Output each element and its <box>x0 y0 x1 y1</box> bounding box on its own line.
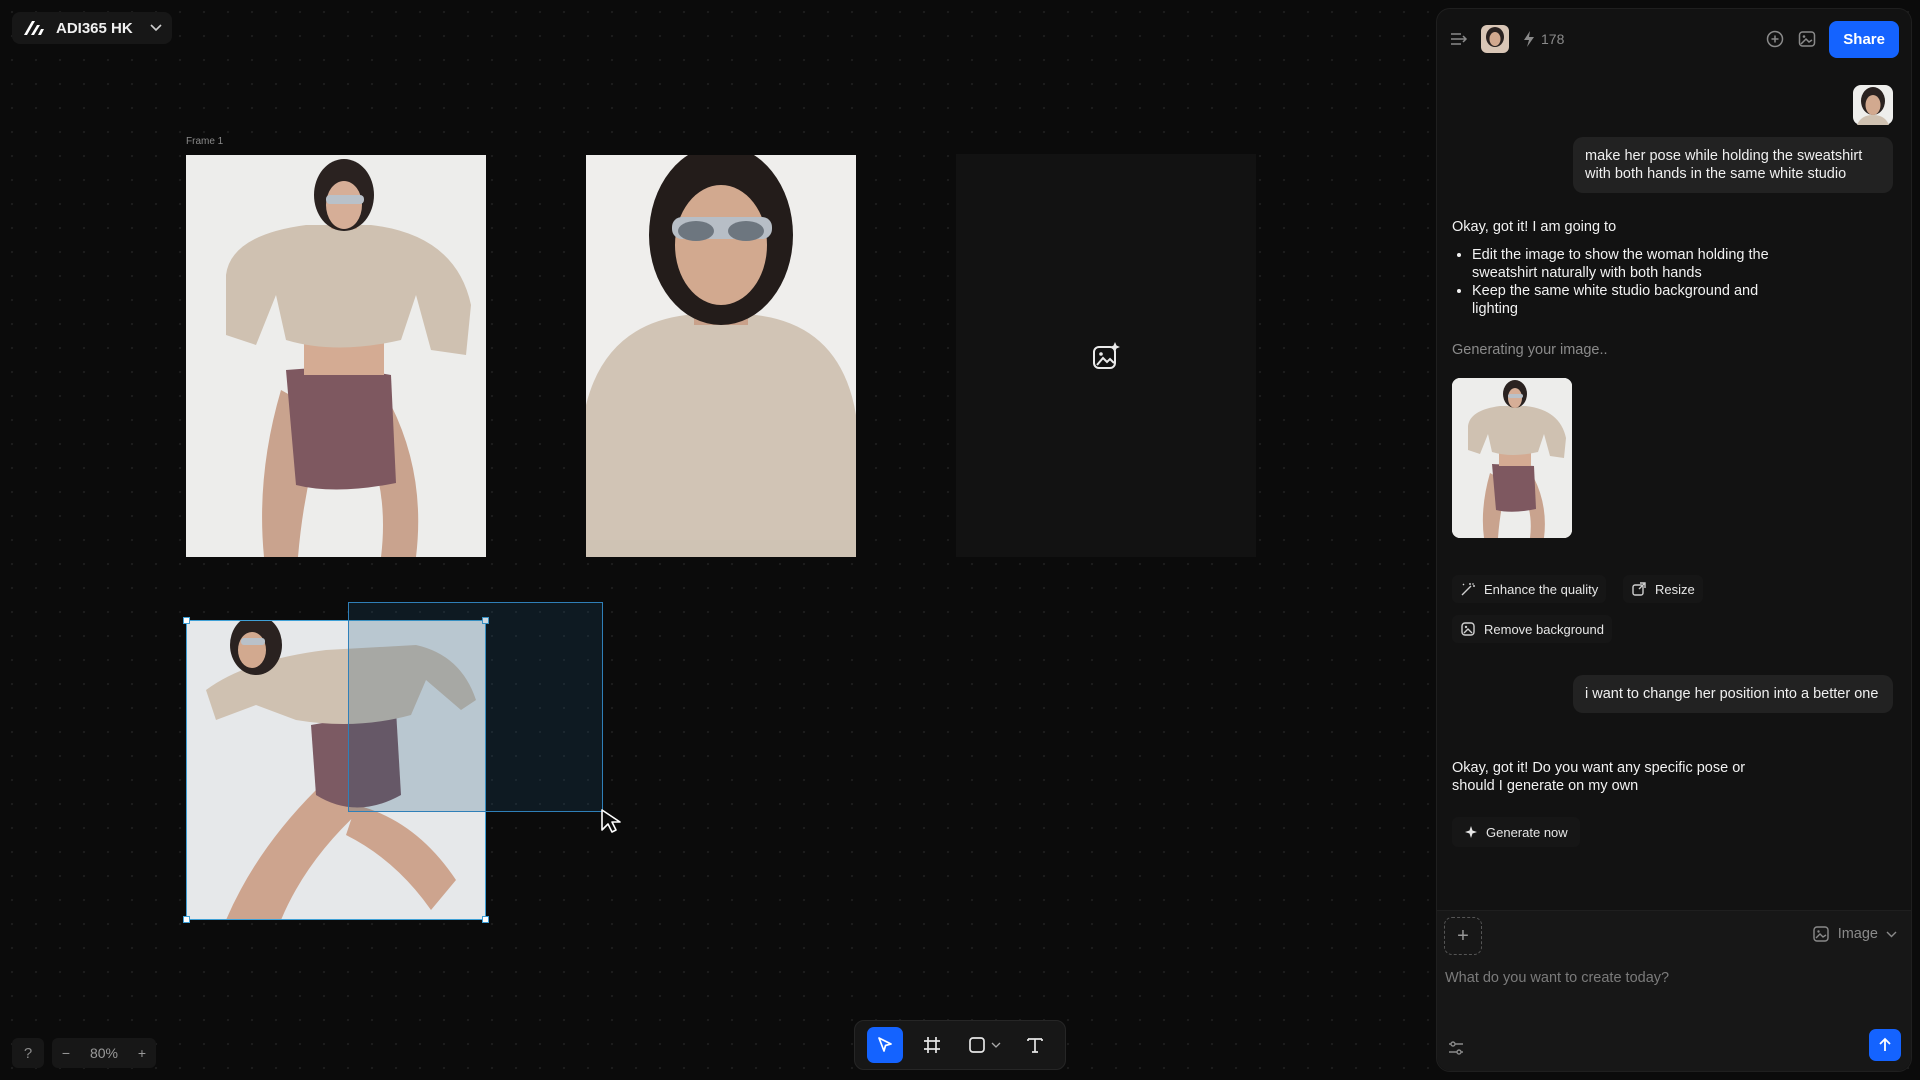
user-avatar <box>1853 85 1893 125</box>
mode-selector[interactable]: Image <box>1812 925 1897 943</box>
remove-background-icon <box>1461 622 1475 636</box>
enhance-quality-label: Enhance the quality <box>1484 581 1599 597</box>
generating-status: Generating your image.. <box>1452 342 1608 358</box>
chevron-down-icon <box>150 24 162 32</box>
zoom-control: − 80% + <box>52 1038 156 1068</box>
zoom-out-button[interactable]: − <box>62 1045 70 1061</box>
pointer-icon <box>877 1037 892 1052</box>
assistant-message-1: Okay, got it! I am going to Edit the ima… <box>1452 218 1772 318</box>
canvas-image-1[interactable] <box>186 155 486 557</box>
user-message-2: i want to change her position into a bet… <box>1573 675 1893 713</box>
marquee-selection <box>348 602 603 812</box>
lightning-icon <box>1524 31 1534 47</box>
shape-tool-button[interactable] <box>962 1027 1006 1063</box>
text-icon <box>1027 1038 1044 1053</box>
help-icon: ? <box>23 1044 33 1062</box>
generate-now-button[interactable]: Generate now <box>1452 817 1580 847</box>
share-button[interactable]: Share <box>1829 20 1899 58</box>
sparkle-icon <box>1465 826 1477 838</box>
assistant-panel: 178 Share make her pose while holding th… <box>1436 8 1912 1072</box>
image-icon <box>1812 926 1829 942</box>
avatar[interactable] <box>1481 25 1509 53</box>
user-message-1: make her pose while holding the sweatshi… <box>1573 137 1893 193</box>
enhance-quality-button[interactable]: Enhance the quality <box>1452 575 1607 603</box>
generate-now-label: Generate now <box>1486 824 1568 840</box>
mode-label: Image <box>1837 926 1878 942</box>
panel-header: 178 Share <box>1437 19 1911 59</box>
text-tool-button[interactable] <box>1017 1027 1053 1063</box>
select-tool-button[interactable] <box>866 1027 903 1063</box>
frame-tool-button[interactable] <box>914 1027 950 1063</box>
assistant-plan-list: Edit the image to show the woman holding… <box>1452 246 1772 318</box>
new-chat-icon[interactable] <box>1765 29 1785 49</box>
arrow-up-icon <box>1879 1037 1891 1051</box>
frame-icon <box>924 1037 941 1053</box>
send-button[interactable] <box>1869 1029 1901 1061</box>
collapse-panel-icon[interactable] <box>1449 31 1469 47</box>
generated-image-thumbnail[interactable] <box>1452 378 1572 538</box>
image-sparkle-icon <box>1093 341 1120 369</box>
attach-button[interactable]: + <box>1444 917 1482 955</box>
plan-item-1: Edit the image to show the woman holding… <box>1472 246 1772 282</box>
magic-wand-icon <box>1461 583 1475 596</box>
resize-handle-top-left[interactable] <box>183 617 190 624</box>
rectangle-icon <box>968 1037 985 1053</box>
canvas-image-2[interactable] <box>586 155 856 557</box>
remove-background-button[interactable]: Remove background <box>1452 615 1612 643</box>
zoom-in-button[interactable]: + <box>138 1045 146 1061</box>
assistant-message-2: Okay, got it! Do you want any specific p… <box>1452 760 1746 794</box>
zoom-level: 80% <box>89 1045 118 1061</box>
settings-sliders-icon[interactable] <box>1447 1039 1465 1057</box>
plan-item-2: Keep the same white studio background an… <box>1472 282 1772 318</box>
chevron-down-icon <box>1886 931 1897 937</box>
resize-button[interactable]: Resize <box>1623 575 1703 603</box>
canvas-toolbar <box>854 1020 1066 1070</box>
credits-count: 178 <box>1541 31 1565 47</box>
workspace-name: ADI365 HK <box>56 19 133 37</box>
gallery-icon[interactable] <box>1797 29 1817 49</box>
frame-label: Frame 1 <box>186 136 224 147</box>
resize-handle-bottom-left[interactable] <box>183 916 190 923</box>
prompt-composer: + Image <box>1437 910 1911 1071</box>
resize-label: Resize <box>1655 581 1695 597</box>
assistant-intro-text: Okay, got it! I am going to <box>1452 219 1617 235</box>
resize-icon <box>1632 582 1646 596</box>
empty-image-frame[interactable] <box>956 154 1256 557</box>
mouse-cursor-icon <box>601 809 621 833</box>
plus-icon: + <box>1457 924 1469 947</box>
workspace-switcher[interactable]: ADI365 HK <box>12 12 172 44</box>
remove-background-label: Remove background <box>1484 621 1604 637</box>
resize-handle-bottom-right[interactable] <box>482 916 489 923</box>
chevron-down-icon <box>991 1042 1001 1048</box>
app-logo-icon <box>24 21 44 35</box>
help-button[interactable]: ? <box>12 1038 44 1068</box>
prompt-input[interactable] <box>1443 969 1867 987</box>
